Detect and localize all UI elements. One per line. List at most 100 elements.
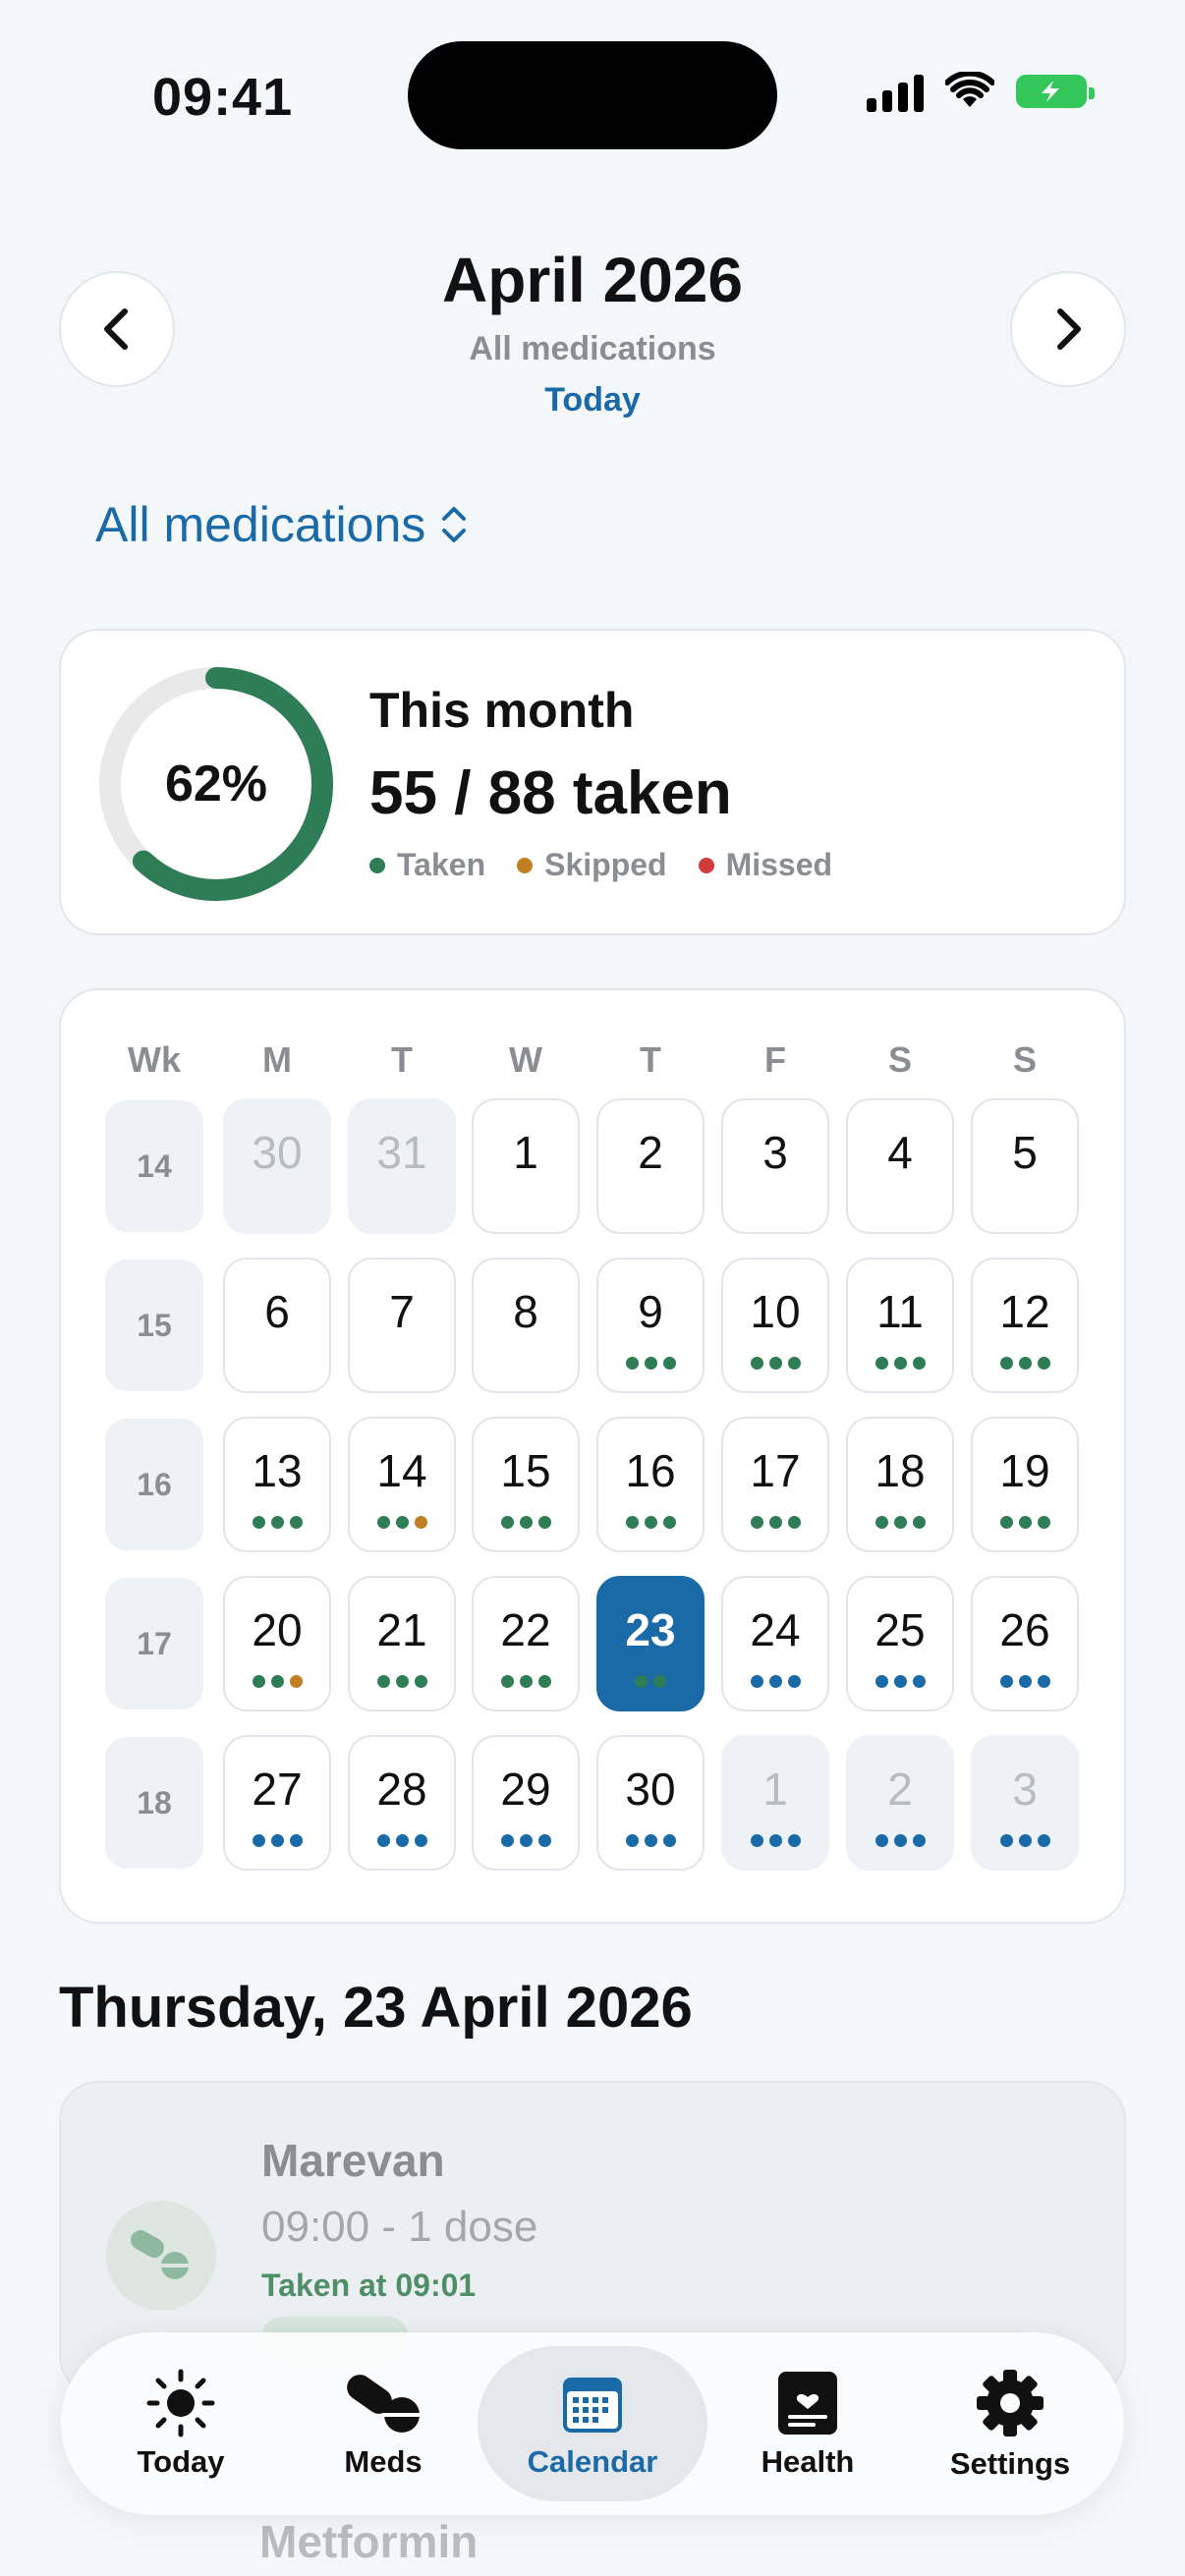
calendar-day[interactable]: 2 <box>596 1098 705 1234</box>
dose-status-dots <box>848 1834 952 1847</box>
calendar-day[interactable]: 11 <box>846 1258 954 1393</box>
taken-dot-icon <box>750 1516 763 1529</box>
scheduled-dot-icon <box>644 1834 657 1847</box>
scheduled-dot-icon <box>1018 1675 1032 1688</box>
calendar-day[interactable]: 8 <box>472 1258 580 1393</box>
dose-status-dots <box>973 1675 1077 1688</box>
taken-dot-icon <box>369 857 385 873</box>
calendar-day[interactable]: 18 <box>846 1417 954 1552</box>
scheduled-dot-icon <box>537 1834 551 1847</box>
taken-dot-icon <box>999 1516 1013 1529</box>
taken-dot-icon <box>768 1516 782 1529</box>
dynamic-island <box>408 41 777 149</box>
taken-dot-icon <box>1037 1516 1050 1529</box>
tab-meds[interactable]: Meds <box>285 2346 481 2501</box>
dose-status-dots <box>848 1516 952 1529</box>
taken-dot-icon <box>644 1357 657 1370</box>
scheduled-dot-icon <box>414 1834 427 1847</box>
weekday-header: T <box>640 1039 661 1080</box>
calendar-day[interactable]: 9 <box>596 1258 705 1393</box>
dose-status-dots <box>723 1675 827 1688</box>
scheduled-dot-icon <box>270 1834 284 1847</box>
tab-today[interactable]: Today <box>83 2346 279 2501</box>
calendar-day[interactable]: 7 <box>348 1258 456 1393</box>
taken-dot-icon <box>537 1516 551 1529</box>
calendar-day[interactable]: 4 <box>846 1098 954 1234</box>
calendar-day[interactable]: 10 <box>721 1258 829 1393</box>
calendar-day[interactable]: 26 <box>971 1576 1079 1711</box>
battery-charging-icon <box>1016 75 1095 108</box>
medication-filter-button[interactable]: All medications <box>95 496 469 553</box>
tab-calendar[interactable]: Calendar <box>478 2346 707 2501</box>
calendar-day[interactable]: 5 <box>971 1098 1079 1234</box>
cellular-signal-icon <box>867 71 924 112</box>
taken-dot-icon <box>252 1675 265 1688</box>
calendar-day[interactable]: 12 <box>971 1258 1079 1393</box>
scheduled-dot-icon <box>912 1675 926 1688</box>
tab-health[interactable]: Health <box>709 2346 906 2501</box>
scheduled-dot-icon <box>787 1675 801 1688</box>
day-number: 10 <box>750 1286 801 1337</box>
calendar-day[interactable]: 21 <box>348 1576 456 1711</box>
weekday-header: W <box>509 1039 542 1080</box>
calendar-day[interactable]: 22 <box>472 1576 580 1711</box>
taken-dot-icon <box>395 1516 409 1529</box>
calendar-day[interactable]: 17 <box>721 1417 829 1552</box>
skipped-dot-icon <box>414 1516 427 1529</box>
scheduled-dot-icon <box>787 1834 801 1847</box>
calendar-day[interactable]: 30 <box>596 1735 705 1871</box>
week-number: 17 <box>105 1578 203 1709</box>
taken-dot-icon <box>912 1357 926 1370</box>
dose-medication-name: Metformin <box>259 2516 479 2567</box>
dose-status-dots <box>350 1516 454 1529</box>
dose-status-dots <box>598 1357 703 1370</box>
calendar-day[interactable]: 20 <box>223 1576 331 1711</box>
tab-settings[interactable]: Settings <box>912 2346 1108 2501</box>
taken-dot-icon <box>893 1516 907 1529</box>
week-number: 14 <box>105 1100 203 1232</box>
day-number: 28 <box>376 1764 427 1815</box>
calendar-day[interactable]: 29 <box>472 1735 580 1871</box>
calendar-day[interactable]: 28 <box>348 1735 456 1871</box>
dose-status-dots <box>598 1675 703 1688</box>
calendar-day[interactable]: 30 <box>223 1098 331 1234</box>
calendar-day-selected[interactable]: 23 <box>596 1576 705 1711</box>
taken-dot-icon <box>999 1357 1013 1370</box>
week-number-header: Wk <box>128 1039 181 1080</box>
day-number: 14 <box>376 1445 427 1496</box>
calendar-day[interactable]: 3 <box>721 1098 829 1234</box>
calendar-day[interactable]: 15 <box>472 1417 580 1552</box>
day-number: 11 <box>876 1286 924 1337</box>
month-title: April 2026 <box>442 245 743 315</box>
summary-title: This month <box>369 683 635 738</box>
calendar-day[interactable]: 16 <box>596 1417 705 1552</box>
sun-icon <box>146 2369 215 2437</box>
calendar-day[interactable]: 14 <box>348 1417 456 1552</box>
today-link[interactable]: Today <box>0 381 1185 420</box>
calendar-day[interactable]: 25 <box>846 1576 954 1711</box>
calendar-day[interactable]: 1 <box>721 1735 829 1871</box>
calendar-day[interactable]: 19 <box>971 1417 1079 1552</box>
taken-dot-icon <box>500 1516 514 1529</box>
taken-dot-icon <box>625 1516 639 1529</box>
scheduled-dot-icon <box>395 1834 409 1847</box>
scheduled-dot-icon <box>768 1834 782 1847</box>
taken-dot-icon <box>270 1675 284 1688</box>
day-number: 12 <box>999 1286 1050 1337</box>
taken-dot-icon <box>768 1357 782 1370</box>
day-number: 5 <box>1012 1127 1038 1178</box>
calendar-day[interactable]: 27 <box>223 1735 331 1871</box>
calendar-day[interactable]: 6 <box>223 1258 331 1393</box>
taken-dot-icon <box>653 1675 666 1688</box>
tab-label: Meds <box>344 2444 423 2479</box>
calendar-day[interactable]: 24 <box>721 1576 829 1711</box>
day-number: 22 <box>500 1604 551 1655</box>
weekday-header: S <box>1012 1039 1037 1080</box>
calendar-day[interactable]: 2 <box>846 1735 954 1871</box>
calendar-day[interactable]: 13 <box>223 1417 331 1552</box>
taken-dot-icon <box>395 1675 409 1688</box>
dose-status-dots <box>973 1357 1077 1370</box>
calendar-day[interactable]: 3 <box>971 1735 1079 1871</box>
calendar-day[interactable]: 1 <box>472 1098 580 1234</box>
calendar-day[interactable]: 31 <box>348 1098 456 1234</box>
